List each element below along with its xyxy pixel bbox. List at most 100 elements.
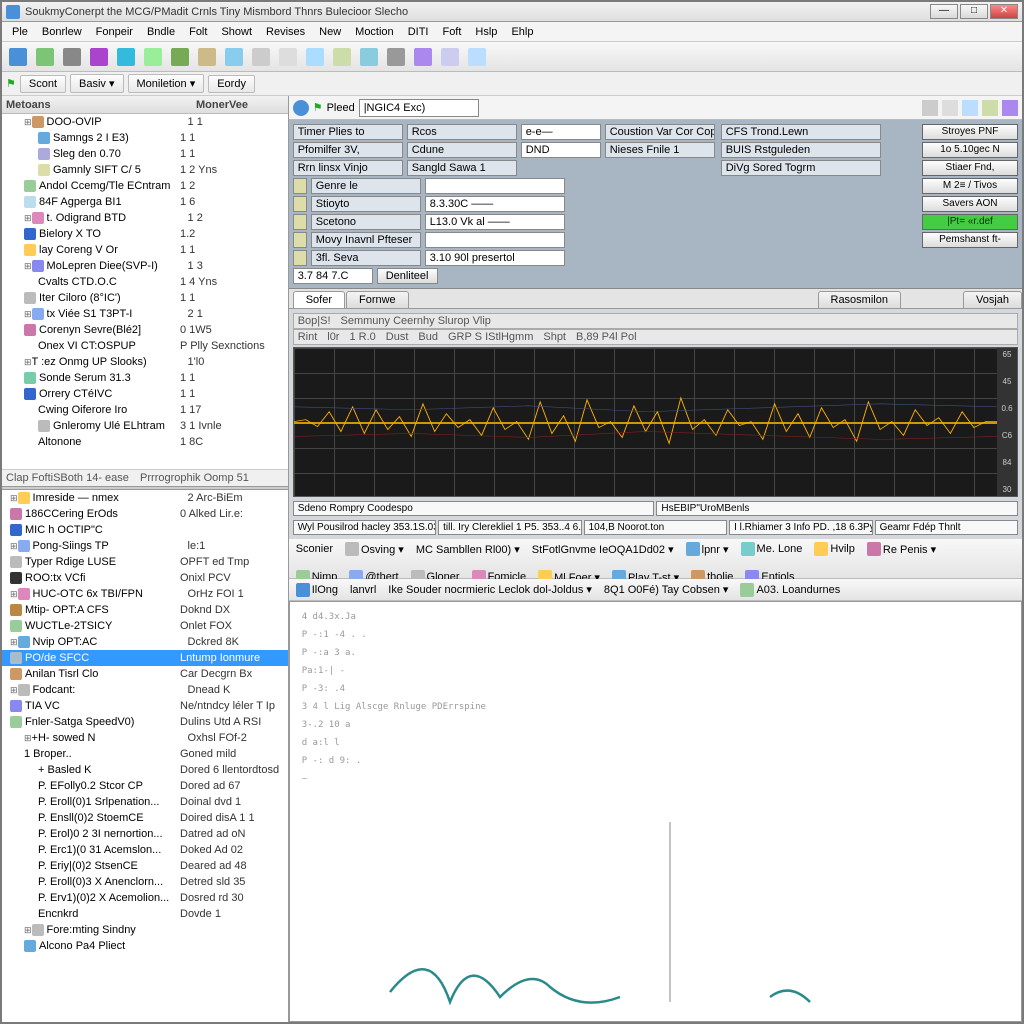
- tree-row[interactable]: ⊞ tx Viée S1 T3PT-I2 1: [2, 306, 288, 322]
- tab-fornwe[interactable]: Fornwe: [346, 291, 409, 308]
- param-value[interactable]: 8.3.30C ——: [425, 196, 565, 212]
- pleed-input[interactable]: [359, 99, 479, 117]
- tree-row[interactable]: Orrery CTéIVC1 1: [2, 386, 288, 402]
- lt-osving-[interactable]: Osving ▾: [342, 541, 407, 557]
- menu-moction[interactable]: Moction: [349, 24, 400, 40]
- toolbar-btn-2[interactable]: [60, 45, 84, 69]
- properties-tree[interactable]: ⊞ Imreside — nmex2 Arc-BiEm 186CCering E…: [2, 490, 288, 1022]
- tree-row[interactable]: WUCTLe-2TSICYOnlet FOX: [2, 618, 288, 634]
- lt-mc-sambllen-rl00-[interactable]: MC Sambllen Rl00) ▾: [413, 542, 523, 557]
- tree-row[interactable]: MIC h OCTIP"C: [2, 522, 288, 538]
- lt-hvilp[interactable]: Hvilp: [811, 541, 857, 557]
- tree-row[interactable]: ⊞ Pong-Siings TPle:1: [2, 538, 288, 554]
- lt-lpnr-[interactable]: lpnr ▾: [683, 541, 732, 557]
- tree-row[interactable]: P. Erv1)(0)2 X Acemolion...Dosred rd 30: [2, 890, 288, 906]
- toolbar-btn-7[interactable]: [195, 45, 219, 69]
- toolbar-btn-8[interactable]: [222, 45, 246, 69]
- tree-row[interactable]: Cvalts CTD.O.C1 4 Yns: [2, 274, 288, 290]
- tab-vosjah[interactable]: Vosjah: [963, 291, 1022, 308]
- tree-row[interactable]: Gamnly SIFT C/ 51 2 Yns: [2, 162, 288, 178]
- param-value[interactable]: 3.10 90l presertol: [425, 250, 565, 266]
- tree-row[interactable]: 84F Agperga BI11 6: [2, 194, 288, 210]
- denliteel-button[interactable]: Denliteel: [377, 268, 438, 284]
- menu-hslp[interactable]: Hslp: [469, 24, 503, 40]
- tab-rasosmilon[interactable]: Rasosmilon: [818, 291, 901, 308]
- side-button-3[interactable]: M 2≡ / Tivos: [922, 178, 1018, 194]
- menu-diti[interactable]: DITI: [402, 24, 435, 40]
- tree-row[interactable]: Gnleromy Ulé ELhtram3 1 Ivnle: [2, 418, 288, 434]
- toolbar-btn-3[interactable]: [87, 45, 111, 69]
- param-value[interactable]: [425, 178, 565, 194]
- close-button[interactable]: ✕: [990, 4, 1018, 19]
- tree-row[interactable]: P. Eroll(0)3 X Anenclorn...Detred sld 35: [2, 874, 288, 890]
- side-param-label[interactable]: CFS Trond.Lewn: [721, 124, 881, 140]
- minimize-button[interactable]: —: [930, 4, 958, 19]
- menu-foft[interactable]: Foft: [436, 24, 467, 40]
- toolbar-btn-0[interactable]: [6, 45, 30, 69]
- toolbar-btn-5[interactable]: [141, 45, 165, 69]
- tree-row[interactable]: Alcono Pa4 Pliect: [2, 938, 288, 954]
- lower-canvas[interactable]: 4 d4.3x.JaP -:1 -4 . .P -:a 3 a.Pa:1-| -…: [289, 601, 1022, 1022]
- toolbar-btn-4[interactable]: [114, 45, 138, 69]
- tool-icon-c[interactable]: [962, 100, 978, 116]
- param-value[interactable]: DND: [521, 142, 601, 158]
- tree-row[interactable]: AndoI Ccemg/Tle ECntram1 2: [2, 178, 288, 194]
- tree-row[interactable]: Fnler-Satga SpeedV0)Dulins Utd A RSI: [2, 714, 288, 730]
- globe-icon[interactable]: [293, 100, 309, 116]
- tree-row[interactable]: TIA VCNe/ntndcy léler T Ip: [2, 698, 288, 714]
- tree-row[interactable]: ⊞ Nvip OPT:ACDckred 8K: [2, 634, 288, 650]
- tree-row[interactable]: Cwing Oiferore Iro1 17: [2, 402, 288, 418]
- tree-row[interactable]: Corenyn Sevre(Blé2]0 1W5: [2, 322, 288, 338]
- side-param-label[interactable]: BUIS Rstguleden: [721, 142, 881, 158]
- tree-row[interactable]: ⊞ +H- sowed NOxhsl FOf-2: [2, 730, 288, 746]
- param-value[interactable]: L13.0 Vk al ——: [425, 214, 565, 230]
- lt-lanvrl[interactable]: lanvrl: [347, 583, 379, 597]
- subtool-scont[interactable]: Scont: [20, 75, 66, 93]
- tree-row[interactable]: ⊞ DOO-OVIP1 1: [2, 114, 288, 130]
- tree-row[interactable]: ⊞ Imreside — nmex2 Arc-BiEm: [2, 490, 288, 506]
- lt-a03-loandurnes[interactable]: A03. Loandurnes: [737, 582, 843, 598]
- tool-icon-a[interactable]: [922, 100, 938, 116]
- tree-row[interactable]: Samngs 2 I E3)1 1: [2, 130, 288, 146]
- toolbar-btn-13[interactable]: [357, 45, 381, 69]
- tree-row[interactable]: ⊞ HUC-OTC 6x TBI/FPNOrHz FOI 1: [2, 586, 288, 602]
- menu-bonrlew[interactable]: Bonrlew: [36, 24, 88, 40]
- tree-row[interactable]: ⊞ t. Odigrand BTD1 2: [2, 210, 288, 226]
- toolbar-btn-17[interactable]: [465, 45, 489, 69]
- toolbar-btn-16[interactable]: [438, 45, 462, 69]
- toolbar-btn-11[interactable]: [303, 45, 327, 69]
- lt-me-lone[interactable]: Me. Lone: [738, 541, 806, 557]
- tree-row[interactable]: P. Erc1)(0 31 Acemslon...Doked Ad 02: [2, 842, 288, 858]
- lt-8q1-o0f-tay-cobsen-[interactable]: 8Q1 O0Fé) Tay Cobsen ▾: [601, 582, 732, 597]
- tree-row[interactable]: EncnkrdDovde 1: [2, 906, 288, 922]
- toolbar-btn-12[interactable]: [330, 45, 354, 69]
- tree-row[interactable]: Altonone1 8C: [2, 434, 288, 450]
- side-button-5[interactable]: |Pt= «r.def: [922, 214, 1018, 230]
- menu-folt[interactable]: Folt: [183, 24, 213, 40]
- tree-row[interactable]: Sleg den 0.701 1: [2, 146, 288, 162]
- subtool-eordy[interactable]: Eordy: [208, 75, 255, 93]
- tree-row[interactable]: Onex VI CT:OSPUPP Plly Sexnctions: [2, 338, 288, 354]
- tree-row[interactable]: P. Erol)0 2 3I nernortion...Datred ad oN: [2, 826, 288, 842]
- tree-row[interactable]: P. Eroll(0)1 Srlpenation...Doinal dvd 1: [2, 794, 288, 810]
- bottom-value[interactable]: 3.7 84 7.C: [293, 268, 373, 284]
- project-tree[interactable]: ⊞ DOO-OVIP1 1 Samngs 2 I E3)1 1 Sleg den…: [2, 114, 288, 469]
- menu-bndle[interactable]: Bndle: [141, 24, 181, 40]
- tree-row[interactable]: P. EFolly0.2 Stcor CPDored ad 67: [2, 778, 288, 794]
- menu-ehlp[interactable]: Ehlp: [505, 24, 539, 40]
- side-button-4[interactable]: Savers AON: [922, 196, 1018, 212]
- param-value[interactable]: [425, 232, 565, 248]
- tree-row[interactable]: ⊞ Fodcant:Dnead K: [2, 682, 288, 698]
- tree-row[interactable]: Mtip- OPT:A CFSDoknd DX: [2, 602, 288, 618]
- side-button-0[interactable]: Stroyes PNF: [922, 124, 1018, 140]
- tool-icon-e[interactable]: [1002, 100, 1018, 116]
- tree-row[interactable]: Sonde Serum 31.31 1: [2, 370, 288, 386]
- toolbar-btn-9[interactable]: [249, 45, 273, 69]
- tree-row[interactable]: ⊞ MoLepren Diee(SVP-I)1 3: [2, 258, 288, 274]
- tree-row[interactable]: Anilan Tisrl CloCar Decgrn Bx: [2, 666, 288, 682]
- maximize-button[interactable]: □: [960, 4, 988, 19]
- tree-row[interactable]: + Basled KDored 6 llentordtosd: [2, 762, 288, 778]
- tool-icon-d[interactable]: [982, 100, 998, 116]
- subtool-moniletion[interactable]: Moniletion ▾: [128, 74, 205, 93]
- tree-row[interactable]: 186CCering ErOds0 Alked Lir.e:: [2, 506, 288, 522]
